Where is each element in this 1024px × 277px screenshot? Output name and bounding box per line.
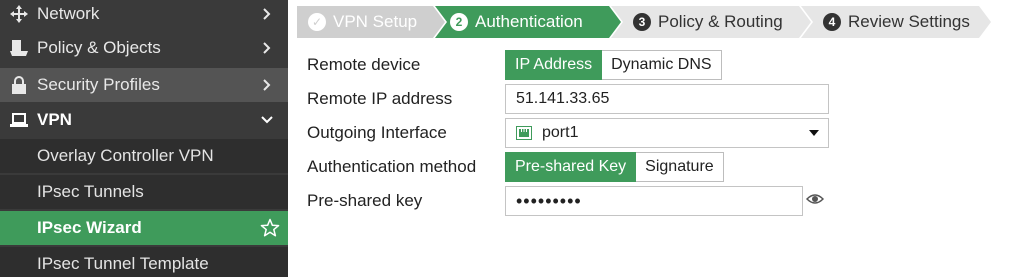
laptop-icon <box>9 113 29 127</box>
psk-input[interactable]: ••••••••• <box>505 186 803 216</box>
outgoing-interface-label: Outgoing Interface <box>307 123 447 142</box>
sidebar: Network Policy & Objects Security Profil… <box>0 0 288 277</box>
remote-ip-input[interactable]: 51.141.33.65 <box>505 84 829 114</box>
step-vpn-setup[interactable]: ✓ VPN Setup <box>297 6 445 38</box>
psk-masked-value: ••••••••• <box>516 190 582 211</box>
chevron-down-icon <box>260 116 274 124</box>
signature-option[interactable]: Signature <box>636 152 724 182</box>
sidebar-subitem-ipsec-tunnel-template[interactable]: IPsec Tunnel Template <box>0 247 288 277</box>
pre-shared-key-option[interactable]: Pre-shared Key <box>505 152 637 182</box>
ethernet-port-icon <box>516 126 532 140</box>
star-icon[interactable] <box>260 218 280 243</box>
sidebar-item-label: Policy & Objects <box>37 38 161 57</box>
remote-ip-label: Remote IP address <box>307 89 453 108</box>
sidebar-item-vpn[interactable]: VPN <box>0 103 288 137</box>
step-label: Policy & Routing <box>658 12 783 31</box>
ip-address-option[interactable]: IP Address <box>505 50 603 80</box>
auth-method-label: Authentication method <box>307 157 477 176</box>
lock-icon <box>9 76 29 94</box>
remote-ip-value: 51.141.33.65 <box>516 90 610 107</box>
sidebar-item-security-profiles[interactable]: Security Profiles <box>0 68 288 102</box>
step-label: Authentication <box>475 12 583 31</box>
step-number-3-icon: 3 <box>633 13 651 31</box>
sidebar-subitem-label: IPsec Tunnels <box>37 182 144 201</box>
sidebar-subitem-label: IPsec Tunnel Template <box>37 254 209 273</box>
outgoing-interface-value: port1 <box>542 124 579 141</box>
step-review-settings[interactable]: 4 Review Settings <box>801 6 991 38</box>
policy-icon <box>9 40 29 56</box>
step-number-4-icon: 4 <box>823 13 841 31</box>
sidebar-subitem-ipsec-wizard[interactable]: IPsec Wizard <box>0 211 288 245</box>
auth-method-toggle: Pre-shared Key Signature <box>505 152 724 182</box>
chevron-right-icon <box>260 79 274 91</box>
sidebar-subitem-ipsec-tunnels[interactable]: IPsec Tunnels <box>0 175 288 209</box>
dynamic-dns-option[interactable]: Dynamic DNS <box>602 50 722 80</box>
step-number-2-icon: 2 <box>450 13 468 31</box>
step-authentication[interactable]: 2 Authentication <box>435 6 621 38</box>
network-arrows-icon <box>9 5 29 23</box>
remote-device-toggle: IP Address Dynamic DNS <box>505 50 722 80</box>
checkmark-icon: ✓ <box>308 13 326 31</box>
sidebar-item-label: Security Profiles <box>37 75 160 94</box>
sidebar-subitem-overlay-controller-vpn[interactable]: Overlay Controller VPN <box>0 139 288 173</box>
remote-device-label: Remote device <box>307 55 421 74</box>
step-label: VPN Setup <box>333 12 418 31</box>
chevron-right-icon <box>260 8 274 20</box>
chevron-right-icon <box>260 42 274 54</box>
outgoing-interface-select[interactable]: port1 <box>505 118 829 148</box>
psk-label: Pre-shared key <box>307 191 423 210</box>
eye-icon[interactable] <box>805 192 825 211</box>
sidebar-item-label: Network <box>37 4 100 23</box>
sidebar-item-policy-objects[interactable]: Policy & Objects <box>0 31 288 65</box>
sidebar-subitem-label: IPsec Wizard <box>37 218 142 237</box>
step-label: Review Settings <box>848 12 970 31</box>
sidebar-item-network[interactable]: Network <box>0 0 288 31</box>
dropdown-caret-icon <box>809 130 819 136</box>
sidebar-subitem-label: Overlay Controller VPN <box>37 146 214 165</box>
sidebar-item-label: VPN <box>37 110 72 129</box>
step-policy-routing[interactable]: 3 Policy & Routing <box>611 6 811 38</box>
